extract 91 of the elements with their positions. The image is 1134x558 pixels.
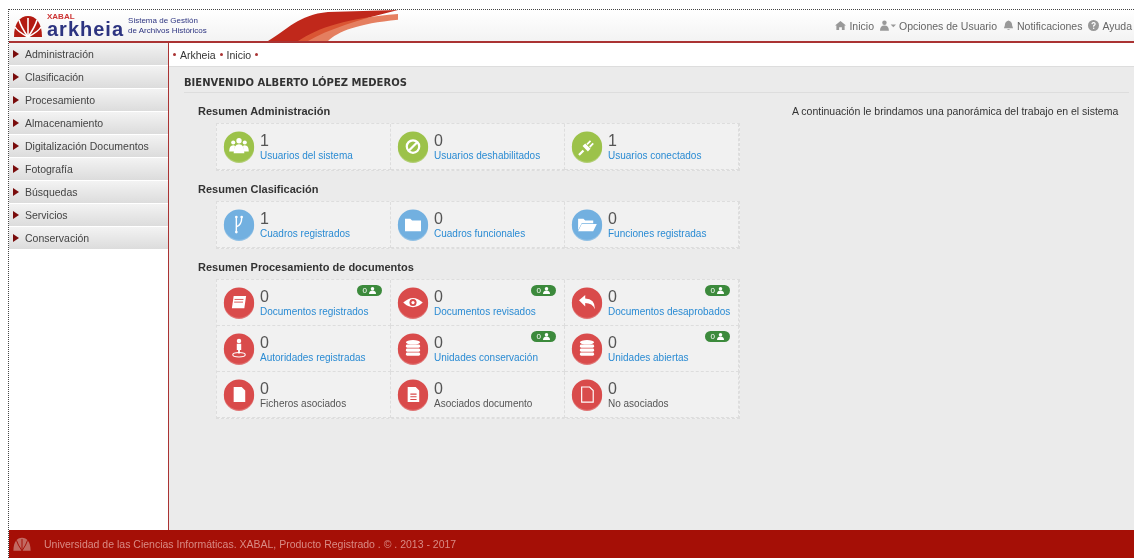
user-count-badge: 0 <box>356 285 382 296</box>
count-value: 0 <box>434 210 443 228</box>
breadcrumb-link[interactable]: Inicio <box>226 48 252 61</box>
count-value: 1 <box>260 132 269 150</box>
count-value: 0 <box>608 334 617 352</box>
summary-link[interactable]: Usuarios deshabilitados <box>434 149 541 161</box>
branch-icon <box>223 208 255 241</box>
summary-label: Ficheros asociados <box>260 397 347 409</box>
sidebar-item[interactable]: Conservación <box>9 227 168 249</box>
document-icon <box>397 378 429 411</box>
folder-icon <box>397 208 429 241</box>
triangle-icon <box>13 165 19 173</box>
home-icon <box>835 20 847 31</box>
sidebar-item[interactable]: Administración <box>9 43 168 65</box>
help-icon <box>1088 20 1100 31</box>
sidebar-item[interactable]: Clasificación <box>9 66 168 88</box>
summary-link[interactable]: Cuadros funcionales <box>434 227 526 239</box>
sidebar-item[interactable]: Procesamiento <box>9 89 168 111</box>
footer-text: Universidad de las Ciencias Informáticas. XABAL, Producto Registrado . © . 2013 - 2017 <box>44 538 457 550</box>
bullet-icon <box>173 53 176 56</box>
nav-link[interactable]: Opciones de Usuario <box>879 19 998 32</box>
summary-link[interactable]: Autoridades registradas <box>260 351 366 363</box>
nav-link[interactable]: Inicio <box>835 19 874 32</box>
summary-link[interactable]: Unidades abiertas <box>608 351 689 363</box>
open-folder-icon <box>571 208 603 241</box>
section-title: Resumen Administración <box>198 105 332 117</box>
summary-label: Asociados documento <box>434 397 533 409</box>
count-value: 0 <box>260 334 269 352</box>
count-value: 0 <box>434 288 443 306</box>
database-icon <box>397 332 429 365</box>
summary-link[interactable]: Unidades conservación <box>434 351 538 363</box>
count-value: 1 <box>608 132 617 150</box>
eye-icon <box>397 286 429 319</box>
user-icon <box>879 20 896 31</box>
user-count-badge: 0 <box>530 285 556 296</box>
logo-icon <box>12 536 32 552</box>
sidebar-item[interactable]: Almacenamiento <box>9 112 168 134</box>
file-outline-icon <box>571 378 603 411</box>
count-value: 1 <box>260 210 269 228</box>
ban-icon <box>397 130 429 163</box>
sidebar-item[interactable]: Búsquedas <box>9 181 168 203</box>
brand-name: arkheia <box>47 18 125 39</box>
user-count-badge: 0 <box>704 331 730 342</box>
triangle-icon <box>13 73 19 81</box>
welcome-heading: BIENVENIDO ALBERTO LÓPEZ MEDEROS <box>184 77 1129 93</box>
section-title: Resumen Clasificación <box>198 183 320 195</box>
triangle-icon <box>13 188 19 196</box>
book-icon <box>223 286 255 319</box>
breadcrumb-link[interactable]: Arkheia <box>180 48 216 61</box>
user-count-badge: 0 <box>704 285 730 296</box>
file-icon <box>223 378 255 411</box>
user-count-badge: 0 <box>530 331 556 342</box>
triangle-icon <box>13 211 19 219</box>
count-value: 0 <box>608 210 617 228</box>
count-value: 0 <box>434 380 443 398</box>
count-value: 0 <box>260 288 269 306</box>
summary-link[interactable]: Documentos desaprobados <box>608 305 731 317</box>
count-value: 0 <box>608 288 617 306</box>
section-title: Resumen Procesamiento de documentos <box>198 261 415 273</box>
summary-link[interactable]: Usuarios del sistema <box>260 149 353 161</box>
sidebar-item[interactable]: Servicios <box>9 204 168 226</box>
users-icon <box>223 130 255 163</box>
brand-subtitle: XABAL <box>47 12 76 21</box>
count-value: 0 <box>434 132 443 150</box>
count-value: 0 <box>260 380 269 398</box>
summary-link[interactable]: Cuadros registrados <box>260 227 351 239</box>
sidebar-item[interactable]: Fotografía <box>9 158 168 180</box>
nav-link[interactable]: Notificaciones <box>1003 19 1083 32</box>
summary-link[interactable]: Usuarios conectados <box>608 149 702 161</box>
summary-link[interactable]: Documentos revisados <box>434 305 536 317</box>
count-value: 0 <box>608 380 617 398</box>
reply-arrow-icon <box>571 286 603 319</box>
plug-icon <box>571 130 603 163</box>
bullet-icon <box>219 53 223 56</box>
intro-text: A continuación le brindamos una panorámica del trabajo en el sistema <box>792 105 1119 119</box>
triangle-icon <box>13 234 19 242</box>
triangle-icon <box>13 50 19 58</box>
triangle-icon <box>13 142 19 150</box>
summary-label: No asociados <box>608 397 669 409</box>
bell-icon <box>1003 20 1015 31</box>
count-value: 0 <box>434 334 443 352</box>
summary-link[interactable]: Documentos registrados <box>260 305 369 317</box>
triangle-icon <box>13 96 19 104</box>
person-icon <box>223 332 255 365</box>
triangle-icon <box>13 119 19 127</box>
nav-link[interactable]: Ayuda <box>1088 19 1132 32</box>
tagline: Sistema de Gestión de Archivos Históricos <box>128 16 208 35</box>
summary-link[interactable]: Funciones registradas <box>608 227 707 239</box>
database-icon <box>571 332 603 365</box>
bullet-icon <box>255 53 259 56</box>
sidebar-item[interactable]: Digitalización Documentos <box>9 135 168 157</box>
